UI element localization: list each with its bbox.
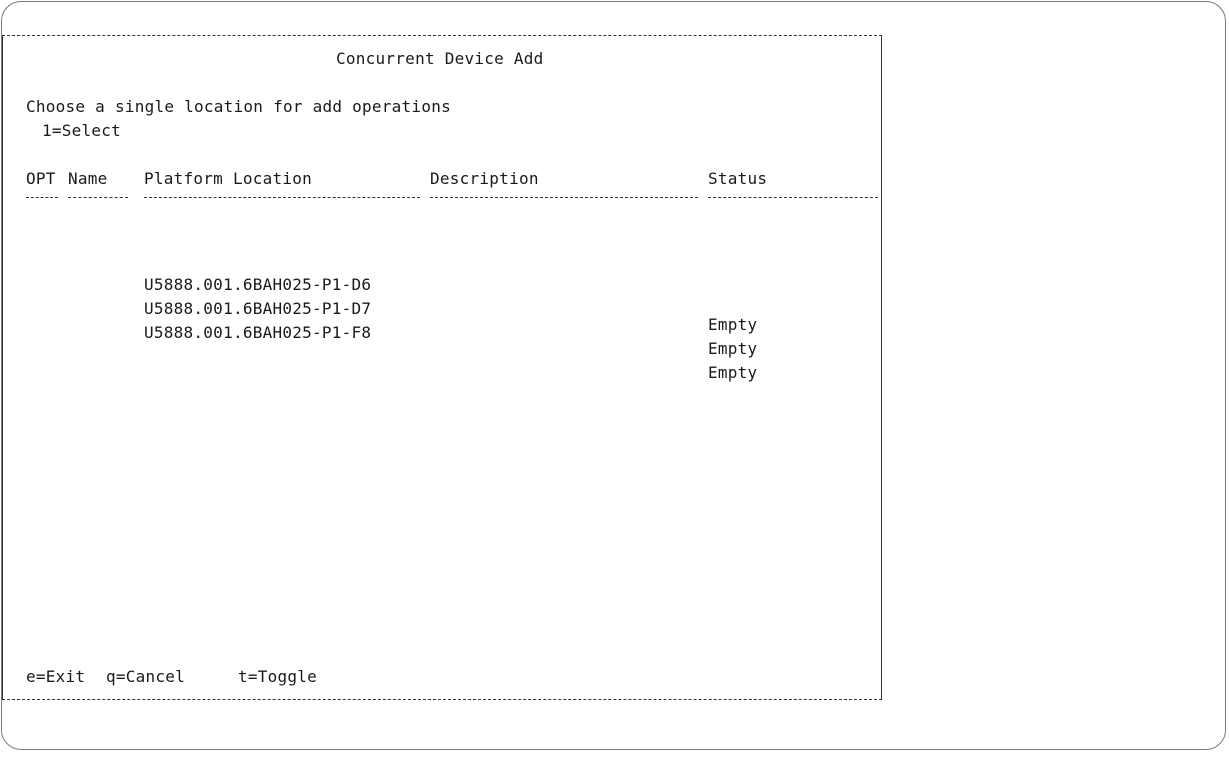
function-key-bar: e=Exit q=Cancel t=Toggle	[26, 667, 317, 767]
table-row[interactable]: U5888.001.6BAH025-P1-F8 Empty	[2, 263, 757, 403]
header-description: Description	[430, 169, 539, 188]
row-status: Empty	[708, 315, 758, 334]
box-bottom-border	[2, 699, 882, 701]
dialog-box: Concurrent Device Add Choose a single lo…	[2, 35, 882, 700]
row-status: Empty	[708, 339, 758, 358]
row-location: U5888.001.6BAH025-P1-D6	[144, 275, 372, 294]
header-platform-location: Platform Location	[144, 169, 313, 188]
header-underline-name	[68, 197, 128, 199]
header-underline-status	[708, 197, 878, 199]
header-underline-description	[430, 197, 698, 199]
row-location: U5888.001.6BAH025-P1-D7	[144, 299, 372, 318]
exit-key[interactable]: e=Exit	[26, 667, 85, 687]
header-underline-opt	[26, 197, 58, 199]
header-name: Name	[68, 169, 108, 188]
box-top-border	[2, 35, 882, 37]
header-opt: OPT	[26, 169, 56, 188]
toggle-key[interactable]: t=Toggle	[238, 667, 317, 687]
box-right-border	[881, 35, 883, 700]
cancel-key[interactable]: q=Cancel	[106, 667, 185, 687]
header-underline-location	[144, 197, 420, 199]
screen-title: Concurrent Device Add	[336, 49, 544, 68]
terminal-screen: Concurrent Device Add Choose a single lo…	[1, 35, 885, 754]
row-location: U5888.001.6BAH025-P1-F8	[144, 323, 372, 342]
header-status: Status	[708, 169, 768, 188]
row-status: Empty	[708, 363, 758, 382]
instruction-text: Choose a single location for add operati…	[26, 97, 451, 116]
select-hint: 1=Select	[42, 121, 122, 140]
